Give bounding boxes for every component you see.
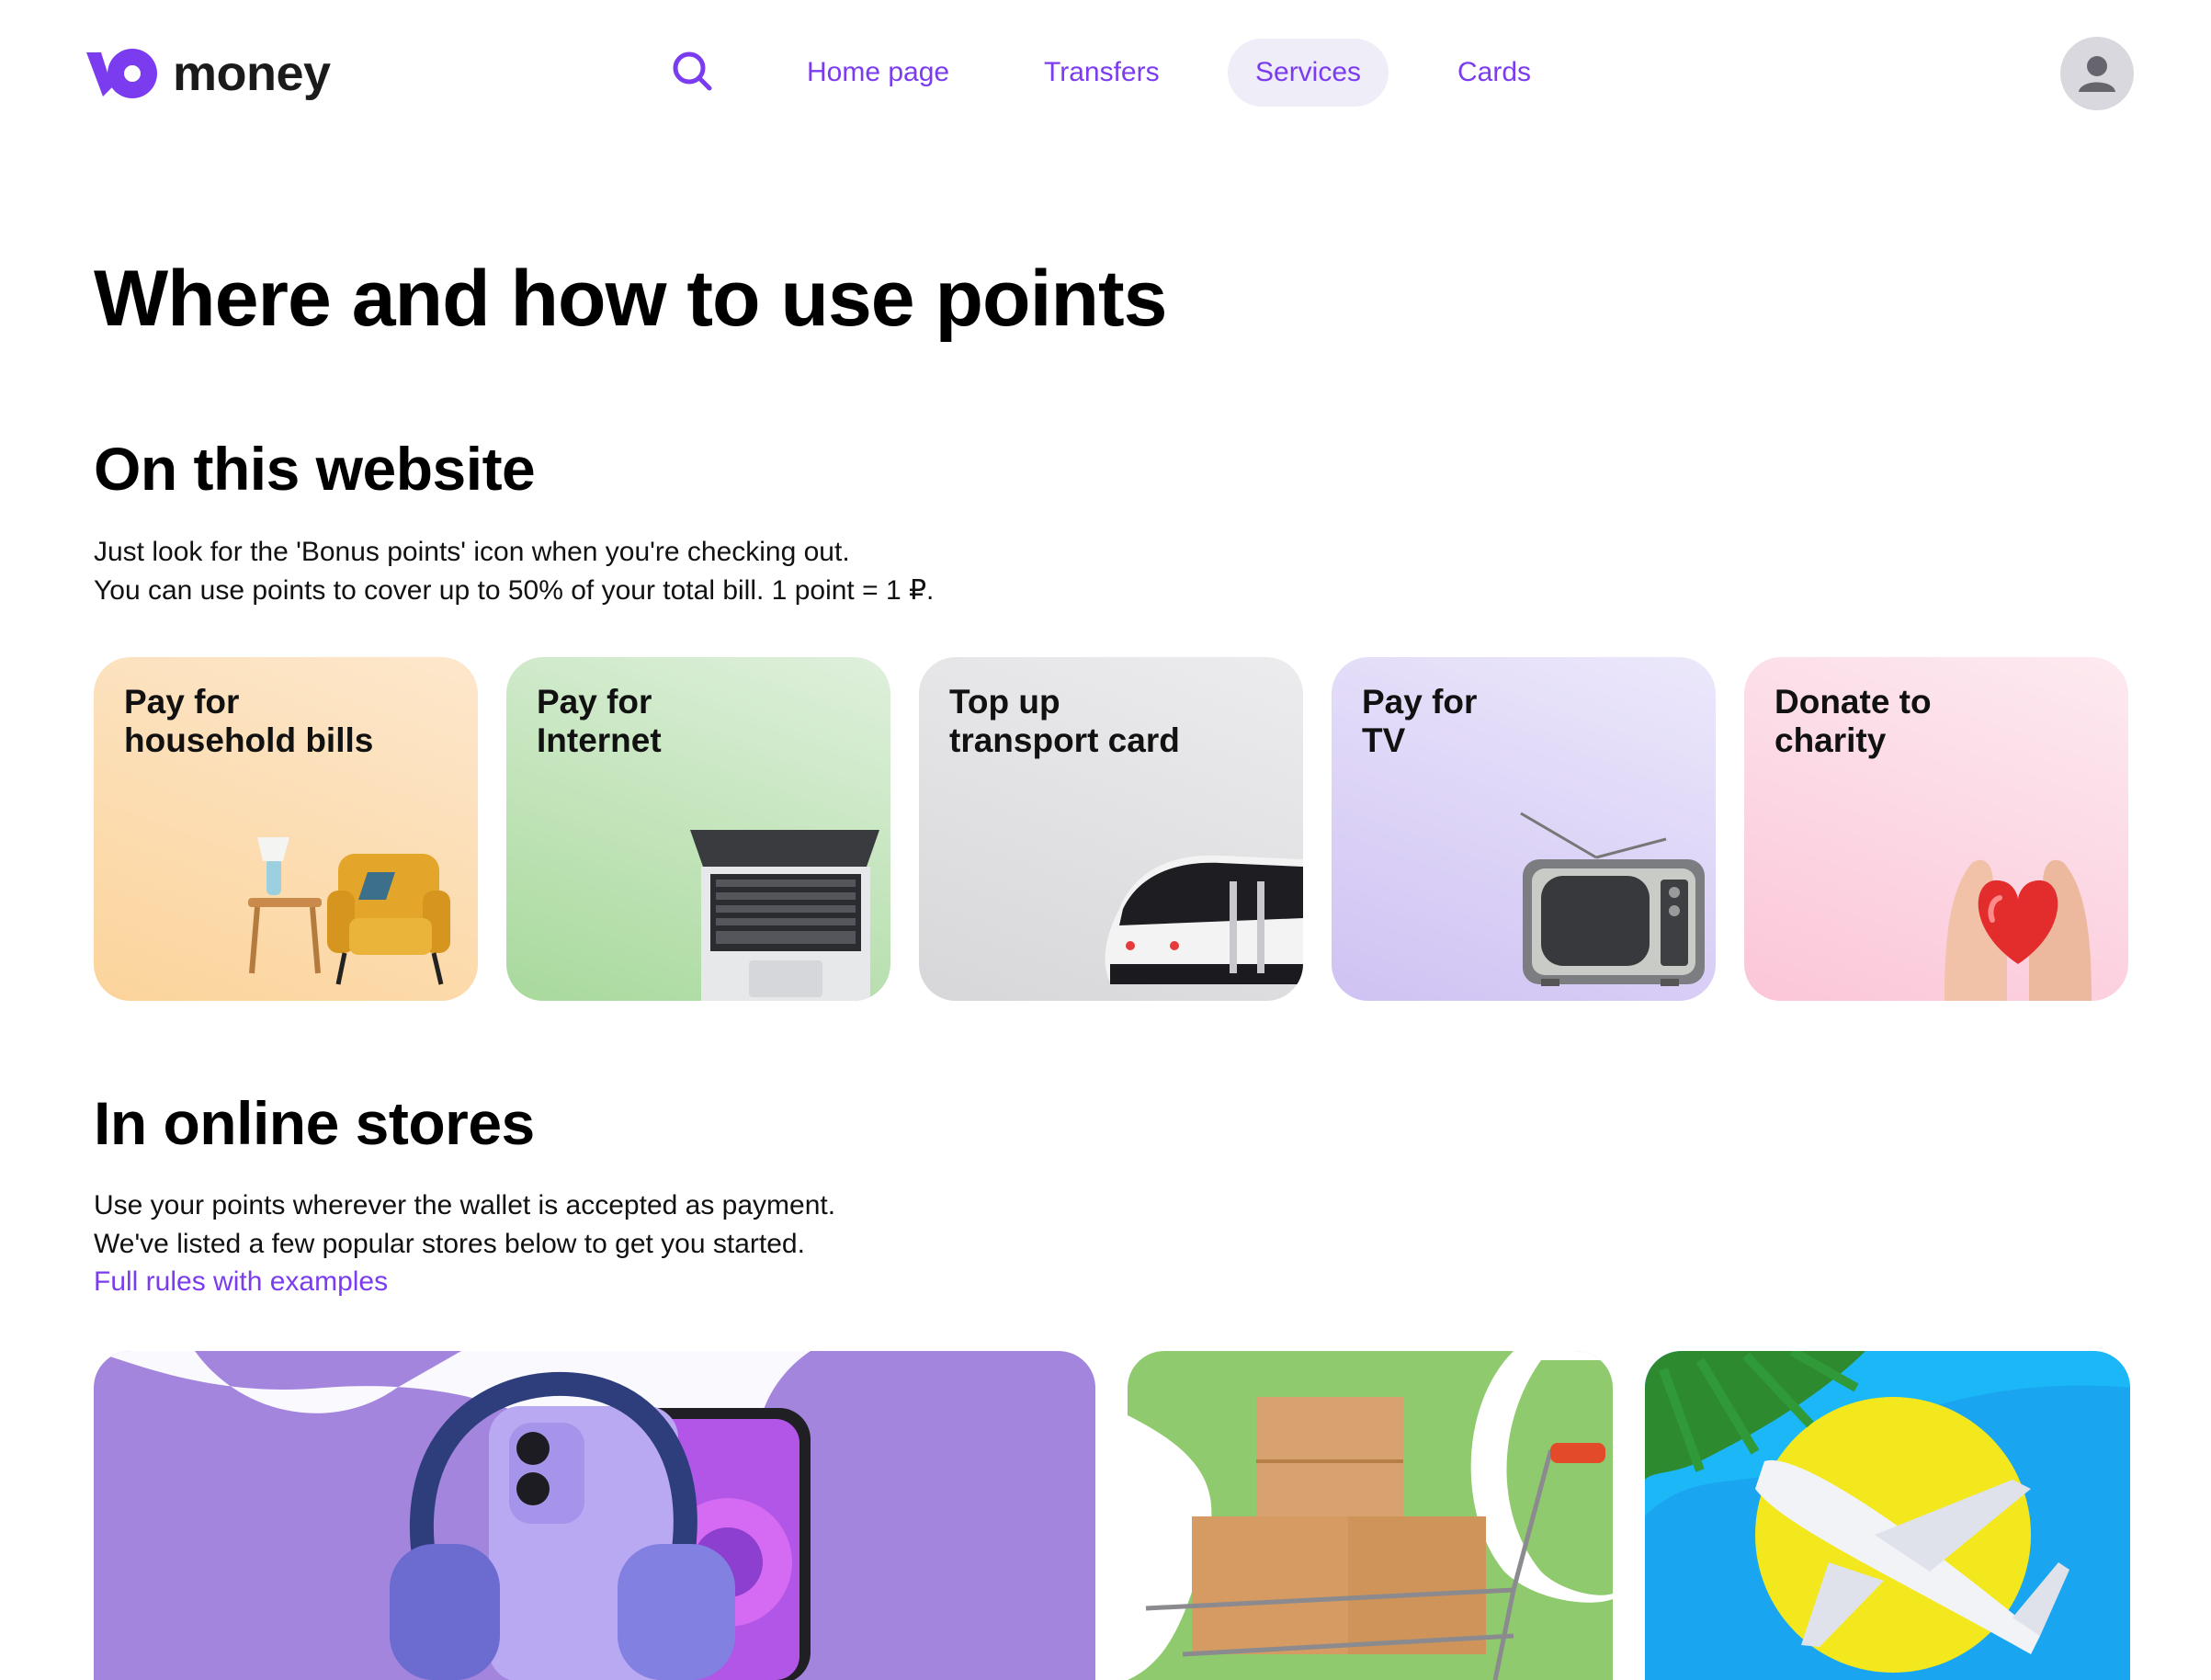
card-title-line: transport card [949, 721, 1180, 759]
card-household-bills[interactable]: Pay for household bills [94, 657, 478, 1001]
armchair-icon [248, 837, 450, 985]
card-title-line: Pay for [537, 683, 652, 721]
airplane-icon [1645, 1351, 2130, 1673]
card-title: Pay for Internet [537, 683, 867, 760]
search-icon [673, 51, 712, 91]
card-internet[interactable]: Pay for Internet [506, 657, 890, 1001]
store-card-electronics[interactable] [94, 1351, 1095, 1680]
card-title: Top up transport card [949, 683, 1280, 760]
top-navigation-bar: money Home page Transfers Services Cards [0, 0, 2211, 147]
card-charity[interactable]: Donate to charity [1744, 657, 2128, 1001]
logo-text: money [173, 46, 331, 101]
card-title-line: TV [1362, 721, 1406, 759]
user-icon [2079, 56, 2115, 92]
heart-hands-icon [1945, 859, 2092, 1001]
card-title-line: Donate to [1774, 683, 1932, 721]
card-title-line: Pay for [124, 683, 240, 721]
store-card-travel[interactable] [1645, 1351, 2130, 1680]
store-card-marketplace[interactable] [1128, 1351, 1613, 1680]
card-title-line: Top up [949, 683, 1060, 721]
card-transport[interactable]: Top up transport card [919, 657, 1303, 1001]
boxes-cart-icon [1128, 1351, 1613, 1680]
page-title: Where and how to use points [94, 255, 1167, 343]
card-title: Donate to charity [1774, 683, 2105, 760]
stores-description-line: We've listed a few popular stores below … [94, 1229, 805, 1259]
website-description-line: Just look for the 'Bonus points' icon wh… [94, 537, 850, 567]
stores-description: Use your points wherever the wallet is a… [94, 1186, 835, 1264]
nav-home-page[interactable]: Home page [779, 39, 977, 107]
search-button[interactable] [671, 50, 715, 94]
card-title-line: Pay for [1362, 683, 1478, 721]
website-description-line: You can use points to cover up to 50% of… [94, 575, 935, 606]
section-heading-website: On this website [94, 435, 536, 503]
card-title-line: Internet [537, 721, 662, 759]
full-rules-link[interactable]: Full rules with examples [94, 1263, 388, 1301]
profile-avatar[interactable] [2060, 37, 2134, 110]
card-title: Pay for household bills [124, 683, 455, 760]
nav-transfers[interactable]: Transfers [1016, 39, 1187, 107]
nav-cards[interactable]: Cards [1430, 39, 1559, 107]
card-title: Pay for TV [1362, 683, 1693, 760]
website-description: Just look for the 'Bonus points' icon wh… [94, 533, 934, 610]
tv-icon [1520, 812, 1705, 986]
card-title-line: household bills [124, 721, 374, 759]
logo[interactable]: money [85, 44, 331, 103]
nav-services[interactable]: Services [1228, 39, 1389, 107]
logo-mark-icon [86, 49, 157, 98]
phone-headphones-icon [94, 1351, 811, 1680]
laptop-icon [690, 830, 879, 1001]
card-title-line: charity [1774, 721, 1887, 759]
tram-icon [1105, 855, 1303, 984]
stores-description-line: Use your points wherever the wallet is a… [94, 1190, 836, 1220]
card-tv[interactable]: Pay for TV [1332, 657, 1716, 1001]
section-heading-stores: In online stores [94, 1089, 535, 1157]
